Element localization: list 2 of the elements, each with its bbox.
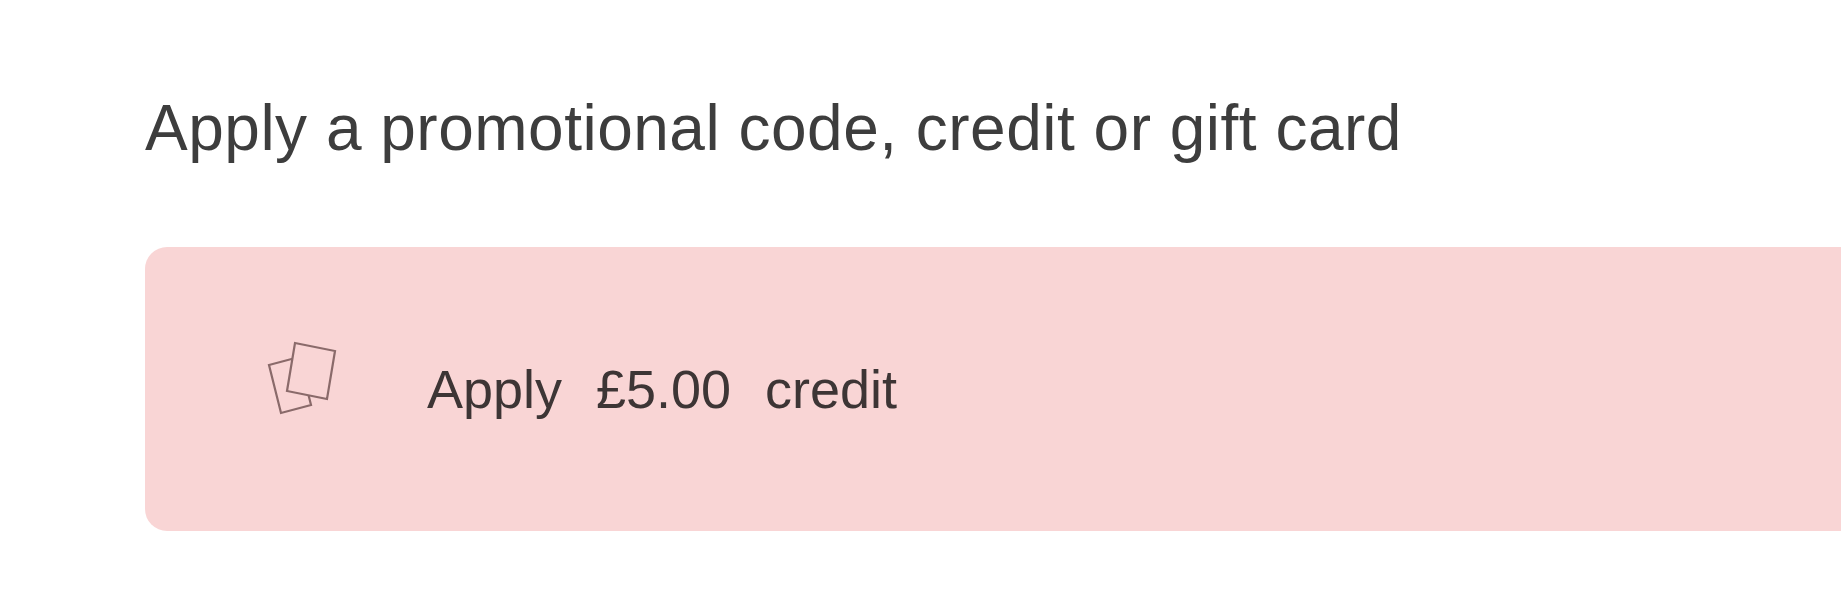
section-heading: Apply a promotional code, credit or gift card: [145, 91, 1403, 166]
apply-credit-button[interactable]: Apply £5.00 credit: [145, 246, 1841, 531]
